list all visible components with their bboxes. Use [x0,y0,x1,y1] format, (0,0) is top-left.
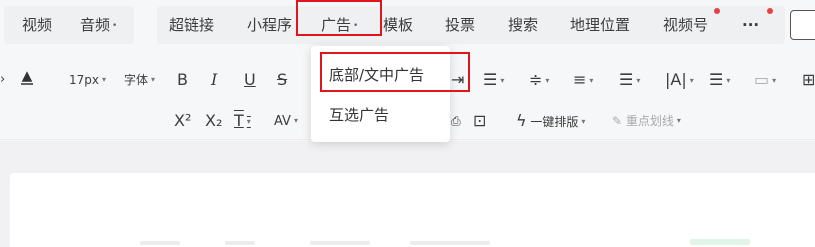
chevron-down-icon: • [112,21,118,31]
notification-dot [714,8,720,14]
tab-channels[interactable]: 视频号 [663,0,708,50]
line-height-icon[interactable]: ≑ ▾ [529,69,549,91]
font-size-select[interactable]: 17px ▾ [69,69,106,91]
bold-button[interactable]: B [177,69,188,91]
chevron-down-icon: ▾ [772,76,777,85]
notification-dot [767,8,773,14]
highlight-line-button[interactable]: ✎ 重点划线 ▾ [612,110,681,132]
tab-search[interactable]: 搜索 [508,0,538,50]
align-center-icon[interactable]: ☰ ▾ [483,69,504,91]
panel-toggle-icon[interactable] [790,10,815,40]
chevron-down-icon: ▾ [636,76,641,85]
insert-box-icon[interactable]: ⊡ [473,110,486,132]
chevron-down-icon: ▾ [151,75,156,84]
italic-button[interactable]: I [211,69,217,91]
paragraph-spacing-icon[interactable]: ≡ ▾ [573,69,593,91]
background-color-icon[interactable]: ▭ ▾ [754,69,776,91]
chevron-down-icon: ▾ [246,117,251,126]
letter-spacing-icon[interactable]: |A| ▾ [665,69,694,91]
editor-area [0,141,815,247]
text-line [140,241,180,245]
menu-item-highlight-box [320,52,470,92]
editor-content[interactable] [10,173,815,247]
chevron-down-icon: ▾ [293,116,298,125]
text-line [690,239,750,245]
chevron-down-icon: ▾ [581,117,586,126]
chevron-down-icon: ▾ [726,76,731,85]
chevron-down-icon: ▾ [676,116,681,125]
text-line [410,241,490,245]
chevron-down-icon: ▾ [500,76,505,85]
lightning-icon: ϟ [516,111,527,130]
ad-tab-highlight-box [296,0,382,36]
subscript-button[interactable]: X₂ [205,110,222,132]
superscript-button[interactable]: X² [174,110,191,132]
insert-tab-bar: 视频 音频 • 超链接 小程序 广告 • 模板 投票 搜索 地理位置 视频号 ··· [0,0,815,50]
text-border-icon[interactable]: T ▾ [234,110,251,132]
format-painter-icon[interactable] [18,69,36,91]
tab-mini-program[interactable]: 小程序 [247,0,292,50]
menu-item-mutual-select-ad[interactable]: 互选广告 [329,104,389,125]
tab-hyperlink[interactable]: 超链接 [169,0,214,50]
underline-button[interactable]: U [244,69,256,91]
tab-location[interactable]: 地理位置 [570,0,630,50]
strikethrough-button[interactable]: S [277,69,287,91]
text-line [225,241,255,245]
text-line [310,241,370,245]
char-spacing-icon[interactable]: AV ▾ [274,110,298,132]
tab-template[interactable]: 模板 [383,0,413,50]
chevron-right-icon[interactable]: › [0,69,5,91]
tab-vote[interactable]: 投票 [445,0,475,50]
table-icon[interactable]: ⊞ [802,69,815,91]
chevron-down-icon: ▾ [545,76,550,85]
chevron-down-icon: ▾ [589,76,594,85]
chevron-down-icon: ▾ [102,75,107,84]
tab-video[interactable]: 视频 [22,0,52,50]
indent-icon[interactable]: ☰ ▾ [619,69,640,91]
chevron-down-icon: ▾ [689,76,694,85]
list-icon[interactable]: ☰ ▾ [709,69,730,91]
highlighter-icon: ✎ [612,114,623,128]
tab-more[interactable]: ··· [742,0,759,50]
one-click-layout-button[interactable]: ϟ 一键排版 ▾ [516,110,585,132]
insert-code-icon[interactable]: ⎙ [451,110,461,132]
font-family-select[interactable]: 字体 ▾ [124,69,155,91]
tab-audio[interactable]: 音频 • [80,0,117,50]
